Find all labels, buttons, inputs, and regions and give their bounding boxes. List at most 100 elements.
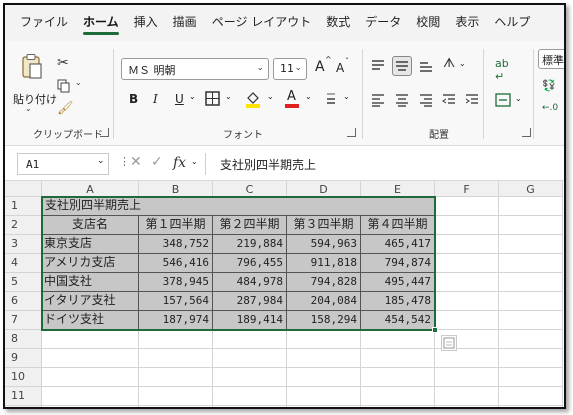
sales-value-cell[interactable]: 484,978 [213, 273, 287, 292]
grid-cell[interactable] [499, 292, 563, 311]
borders-icon[interactable] [205, 91, 220, 106]
align-right-icon[interactable] [419, 93, 433, 107]
cut-icon[interactable]: ✂ [57, 55, 69, 71]
grid-cell[interactable] [499, 273, 563, 292]
align-bottom-icon[interactable] [419, 59, 433, 73]
grid-cell[interactable] [435, 406, 499, 407]
row-header[interactable]: 5 [5, 273, 42, 292]
chevron-down-icon[interactable]: ⌄ [294, 63, 302, 73]
grid-cell[interactable] [435, 254, 499, 273]
grid-cell[interactable] [213, 330, 287, 349]
branch-name-cell[interactable]: アメリカ支店 [42, 254, 139, 273]
copy-dropdown-icon[interactable]: ⌄ [75, 78, 82, 87]
column-header[interactable]: C [213, 181, 287, 197]
sales-value-cell[interactable]: 348,752 [139, 235, 213, 254]
table-header-cell[interactable]: 第３四半期 [287, 216, 361, 235]
row-header[interactable]: 10 [5, 368, 42, 387]
menu-tab[interactable]: ヘルプ [494, 5, 530, 41]
sales-value-cell[interactable]: 157,564 [139, 292, 213, 311]
grid-cell[interactable] [361, 368, 435, 387]
grid-cell[interactable] [499, 311, 563, 330]
grid-cell[interactable] [499, 330, 563, 349]
sales-value-cell[interactable]: 185,478 [361, 292, 435, 311]
grid-cell[interactable] [499, 235, 563, 254]
grid-cell[interactable] [435, 387, 499, 406]
row-header[interactable]: 1 [5, 197, 42, 216]
underline-button[interactable]: U [175, 92, 184, 106]
menu-tab[interactable]: 校閲 [416, 5, 440, 41]
grid-cell[interactable] [435, 197, 499, 216]
sales-value-cell[interactable]: 495,447 [361, 273, 435, 292]
borders-dropdown-icon[interactable]: ⌄ [225, 92, 232, 101]
select-all-corner[interactable] [5, 181, 42, 197]
paste-button-label[interactable]: 貼り付け [13, 91, 57, 107]
grid-cell[interactable] [139, 349, 213, 368]
underline-dropdown-icon[interactable]: ⌄ [189, 92, 196, 101]
table-header-cell[interactable]: 第２四半期 [213, 216, 287, 235]
row-header[interactable]: 9 [5, 349, 42, 368]
column-header[interactable]: A [42, 181, 139, 197]
sales-value-cell[interactable]: 546,416 [139, 254, 213, 273]
row-header[interactable]: 11 [5, 387, 42, 406]
fx-dropdown-icon[interactable]: ⌄ [191, 157, 198, 166]
branch-name-cell[interactable]: 中国支社 [42, 273, 139, 292]
grid-cell[interactable] [139, 387, 213, 406]
wrap-text-icon[interactable]: ab ↵ [495, 57, 509, 83]
font-color-dropdown-icon[interactable]: ⌄ [305, 92, 312, 101]
grid-cell[interactable] [499, 387, 563, 406]
column-header[interactable]: F [435, 181, 499, 197]
grid-cell[interactable] [499, 197, 563, 216]
sales-value-cell[interactable]: 796,455 [213, 254, 287, 273]
grid-cell[interactable] [42, 368, 139, 387]
quick-analysis-icon[interactable] [441, 335, 457, 351]
grid-cell[interactable] [435, 216, 499, 235]
sales-value-cell[interactable]: 911,818 [287, 254, 361, 273]
grid-cell[interactable] [361, 406, 435, 407]
sales-value-cell[interactable]: 794,874 [361, 254, 435, 273]
font-size-combo[interactable]: 11 ⌄ [273, 58, 307, 80]
row-header[interactable]: 4 [5, 254, 42, 273]
grid-cell[interactable] [499, 349, 563, 368]
menu-tab[interactable]: 数式 [326, 5, 350, 41]
row-header[interactable]: 12 [5, 406, 42, 407]
column-header[interactable]: E [361, 181, 435, 197]
grid-cell[interactable] [42, 330, 139, 349]
menu-tab[interactable]: 描画 [173, 5, 197, 41]
grid-cell[interactable] [435, 311, 499, 330]
currency-format-icon[interactable]: 💱 [542, 79, 556, 92]
font-launcher-icon[interactable] [347, 128, 356, 137]
sheet-title-cell[interactable]: 支社別四半期売上 [42, 197, 141, 214]
row-header[interactable]: 8 [5, 330, 42, 349]
paste-dropdown-icon[interactable]: ⌄ [25, 104, 32, 113]
menu-tab[interactable]: ホーム [83, 5, 119, 41]
font-name-combo[interactable]: ＭＳ 明朝 ⌄ [121, 58, 269, 80]
bold-button[interactable]: B [129, 92, 138, 106]
increase-decimal-icon[interactable]: ←.0 [542, 103, 558, 113]
column-header[interactable]: D [287, 181, 361, 197]
grid-cell[interactable] [435, 235, 499, 254]
sales-value-cell[interactable]: 465,417 [361, 235, 435, 254]
fill-color-dropdown-icon[interactable]: ⌄ [267, 92, 274, 101]
table-header-cell[interactable]: 第１四半期 [139, 216, 213, 235]
row-header[interactable]: 2 [5, 216, 42, 235]
grid-cell[interactable] [213, 387, 287, 406]
grid-cell[interactable] [42, 387, 139, 406]
grid-cell[interactable] [435, 292, 499, 311]
increase-indent-icon[interactable] [465, 93, 479, 107]
fill-color-icon[interactable] [245, 90, 261, 108]
insert-function-button[interactable]: fx [173, 155, 186, 171]
branch-name-cell[interactable]: ドイツ支社 [42, 311, 139, 330]
table-header-cell[interactable]: 第４四半期 [361, 216, 435, 235]
clipboard-launcher-icon[interactable] [100, 128, 109, 137]
sales-value-cell[interactable]: 594,963 [287, 235, 361, 254]
row-header[interactable]: 6 [5, 292, 42, 311]
font-color-button[interactable]: A [287, 89, 296, 104]
grid-cell[interactable] [213, 349, 287, 368]
grid-cell[interactable] [435, 368, 499, 387]
sales-value-cell[interactable]: 794,828 [287, 273, 361, 292]
grid-cell[interactable] [287, 387, 361, 406]
menu-tab[interactable]: データ [365, 5, 401, 41]
sales-value-cell[interactable]: 189,414 [213, 311, 287, 330]
branch-name-cell[interactable]: 東京支店 [42, 235, 139, 254]
grid-cell[interactable] [213, 368, 287, 387]
